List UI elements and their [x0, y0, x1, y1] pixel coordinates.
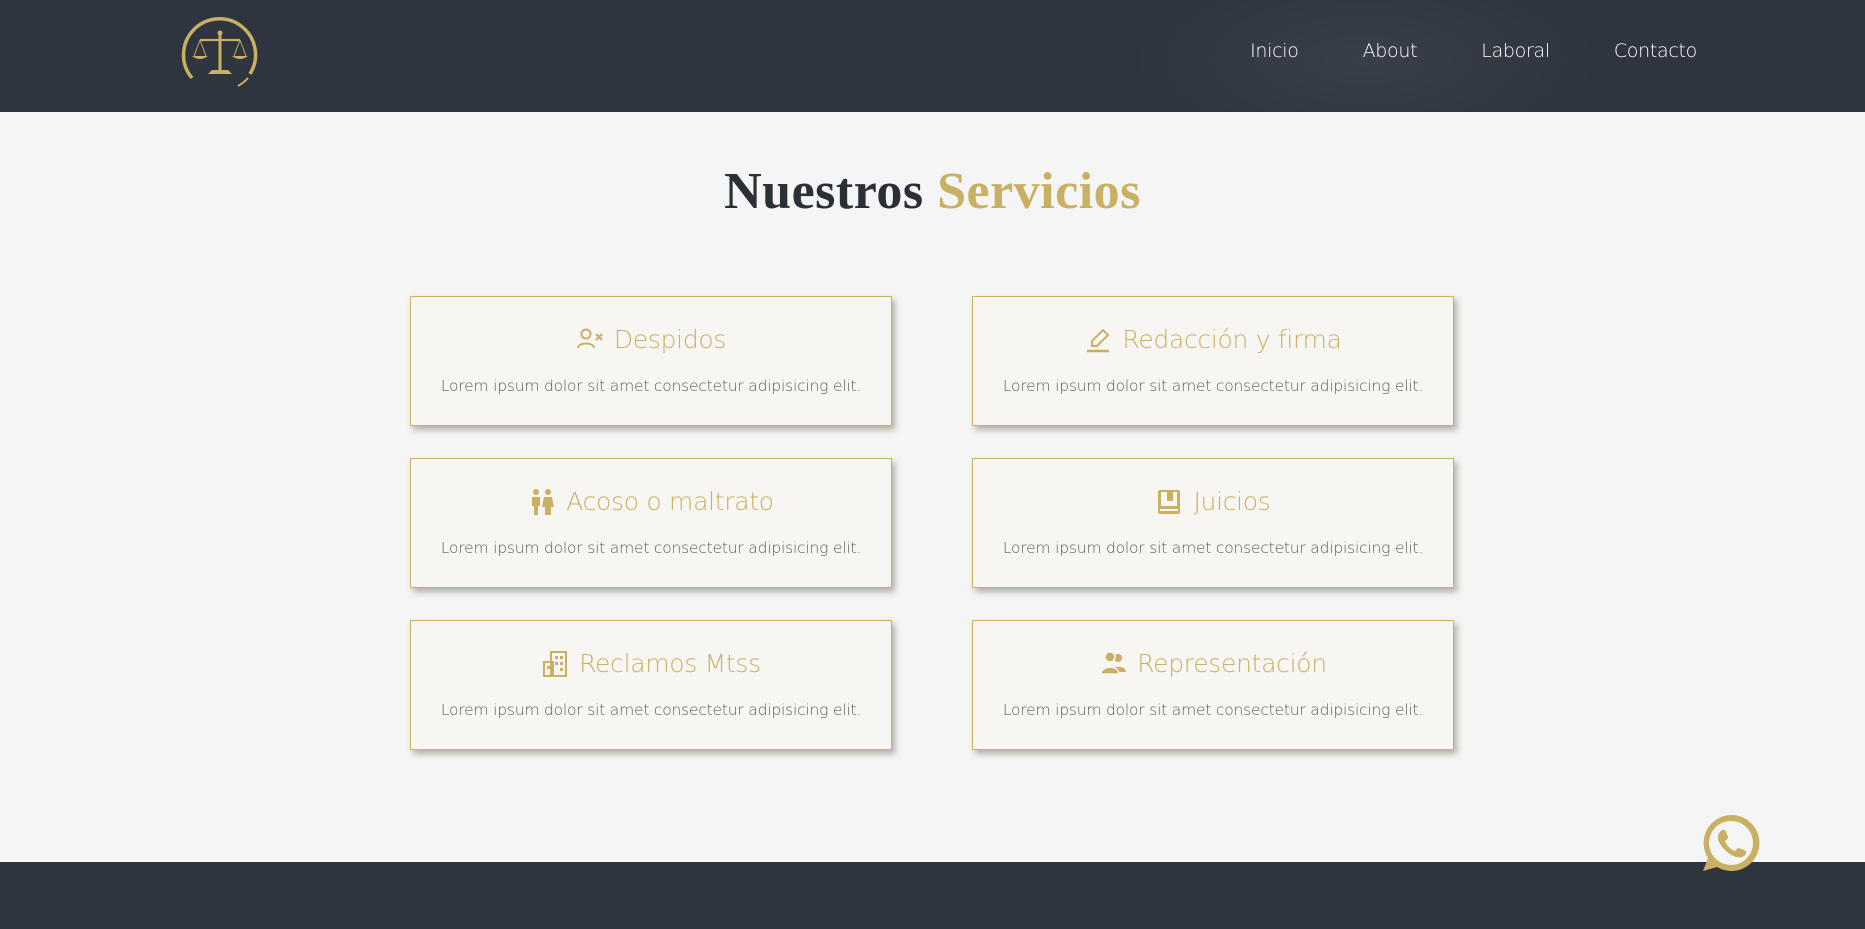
- service-card-representacion[interactable]: Representación Lorem ipsum dolor sit ame…: [972, 620, 1454, 750]
- nav-link-inicio[interactable]: Inicio: [1250, 40, 1299, 62]
- section-title: Nuestros Servicios: [0, 162, 1865, 221]
- section-title-accent: Servicios: [937, 163, 1141, 220]
- people-icon: [528, 488, 556, 516]
- scales-of-justice-icon[interactable]: [178, 12, 262, 92]
- pen-icon: [1084, 326, 1112, 354]
- service-card-redaccion[interactable]: Redacción y firma Lorem ipsum dolor sit …: [972, 296, 1454, 426]
- service-card-title: Juicios: [1193, 487, 1271, 516]
- service-card-text: Lorem ipsum dolor sit amet consectetur a…: [440, 701, 862, 719]
- service-card-text: Lorem ipsum dolor sit amet consectetur a…: [1002, 377, 1424, 395]
- service-card-title: Redacción y firma: [1122, 325, 1342, 354]
- service-card-juicios[interactable]: Juicios Lorem ipsum dolor sit amet conse…: [972, 458, 1454, 588]
- service-card-header: Despidos: [411, 325, 891, 354]
- service-card-header: Representación: [973, 649, 1453, 678]
- service-card-title: Representación: [1137, 649, 1327, 678]
- service-card-text: Lorem ipsum dolor sit amet consectetur a…: [440, 539, 862, 557]
- service-card-title: Despidos: [613, 325, 727, 354]
- service-card-reclamos[interactable]: Reclamos Mtss Lorem ipsum dolor sit amet…: [410, 620, 892, 750]
- nav-link-contacto[interactable]: Contacto: [1614, 40, 1697, 62]
- service-card-text: Lorem ipsum dolor sit amet consectetur a…: [1002, 701, 1424, 719]
- service-card-text: Lorem ipsum dolor sit amet consectetur a…: [440, 377, 862, 395]
- site-footer: [0, 862, 1865, 929]
- nav-link-about[interactable]: About: [1363, 40, 1418, 62]
- service-card-header: Redacción y firma: [973, 325, 1453, 354]
- service-card-acoso[interactable]: Acoso o maltrato Lorem ipsum dolor sit a…: [410, 458, 892, 588]
- service-card-header: Reclamos Mtss: [411, 649, 891, 678]
- user-remove-icon: [576, 326, 604, 354]
- service-card-header: Juicios: [973, 487, 1453, 516]
- book-icon: [1155, 488, 1183, 516]
- user-group-icon: [1099, 650, 1127, 678]
- service-card-text: Lorem ipsum dolor sit amet consectetur a…: [1002, 539, 1424, 557]
- service-card-title: Reclamos Mtss: [579, 649, 761, 678]
- whatsapp-icon[interactable]: [1700, 812, 1762, 874]
- service-card-despidos[interactable]: Despidos Lorem ipsum dolor sit amet cons…: [410, 296, 892, 426]
- service-card-title: Acoso o maltrato: [566, 487, 774, 516]
- service-card-header: Acoso o maltrato: [411, 487, 891, 516]
- nav-link-laboral[interactable]: Laboral: [1481, 40, 1550, 62]
- building-icon: [541, 650, 569, 678]
- main-nav: Inicio About Laboral Contacto: [1186, 40, 1697, 62]
- site-header: Inicio About Laboral Contacto: [0, 0, 1865, 112]
- section-title-main: Nuestros: [724, 163, 924, 220]
